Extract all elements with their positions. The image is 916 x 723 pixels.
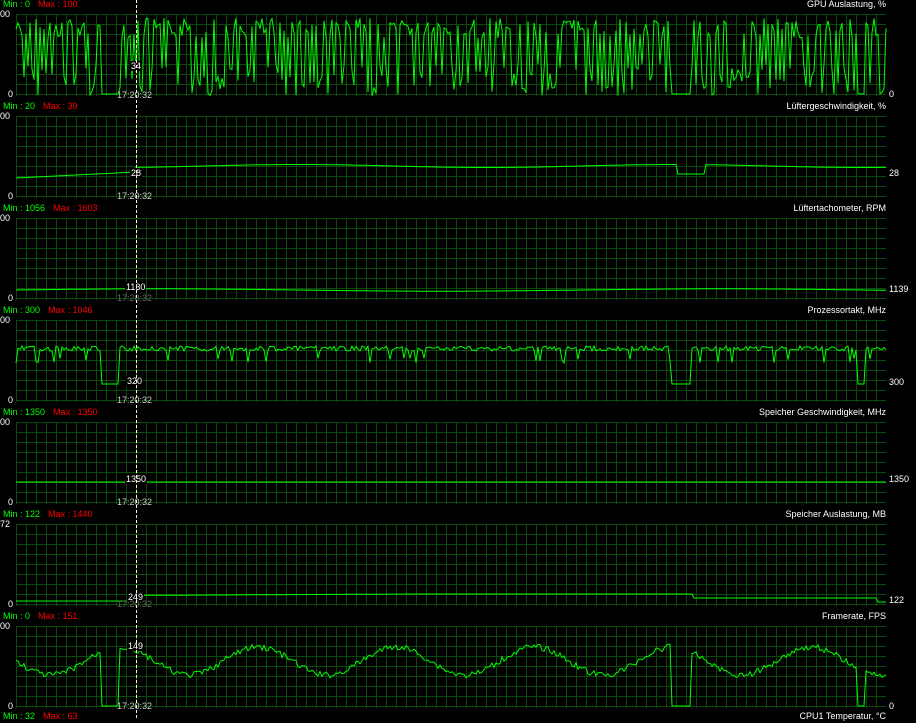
y-max-label: 000 (0, 417, 11, 427)
min-label: Min : 300 (3, 305, 41, 315)
graph-area[interactable] (16, 422, 886, 504)
max-label: Max : 1046 (48, 305, 93, 315)
panel-gpu-usage: Min : 0 Max : 100 GPU Auslastung, % 100 0… (0, 0, 916, 102)
series-line (15, 164, 886, 179)
graph-title: Lüftergeschwindigkeit, % (786, 101, 886, 111)
panel-memory-clock: Min : 1350 Max : 1350 Speicher Geschwindi… (0, 407, 916, 510)
y-min-label: 0 (8, 395, 14, 405)
y-max-label: 072 (0, 519, 11, 529)
min-label: Min : 0 (3, 0, 31, 9)
graph-title: CPU1 Temperatur, °C (799, 711, 886, 721)
cursor-time: 17:20:32 (117, 497, 153, 507)
graph-title: Lüftertachometer, RPM (793, 203, 886, 213)
panel-core-clock: Min : 300 Max : 1046 Prozessortakt, MHz 5… (0, 305, 916, 408)
y-max-label: 000 (0, 213, 11, 223)
graph-area[interactable] (15, 626, 887, 708)
max-label: Max : 1350 (53, 407, 98, 417)
panel-fan-tachometer: Min : 1056 Max : 1603 Lüftertachometer, R… (0, 203, 916, 306)
max-label: Max : 39 (43, 101, 78, 111)
max-label: Max : 100 (38, 0, 78, 9)
min-label: Min : 20 (3, 101, 36, 111)
current-value: 1139 (889, 284, 909, 294)
graph-title: Prozessortakt, MHz (807, 305, 886, 315)
y-max-label: 200 (0, 621, 11, 631)
min-label: Min : 32 (3, 711, 36, 721)
cursor-time: 17:20:32 (117, 701, 153, 711)
cursor-time: 17:20:32 (117, 191, 153, 201)
y-min-label: 0 (8, 191, 14, 201)
min-label: Min : 122 (3, 509, 41, 519)
graph-title: GPU Auslastung, % (806, 0, 886, 9)
current-value: 300 (889, 377, 905, 387)
max-label: Max : 1440 (48, 509, 93, 519)
series-line (15, 344, 887, 385)
panel-fan-speed: Min : 20 Max : 39 Lüftergeschwindigkeit, … (0, 101, 916, 204)
series-line (15, 16, 887, 97)
panel-framerate: Min : 0Max : 151 Framerate, FPS 200 0 14… (0, 611, 916, 712)
cursor-time: 17:20:32 (117, 599, 153, 609)
y-min-label: 0 (8, 293, 14, 303)
graph-area[interactable] (16, 524, 886, 606)
current-value: 0 (889, 89, 895, 99)
series-line (15, 643, 887, 707)
max-label: Max : 63 (43, 711, 78, 721)
graph-title: Speicher Geschwindigkeit, MHz (758, 407, 886, 417)
cursor-time: 17:20:32 (117, 293, 153, 303)
min-label: Min : 1350 (3, 407, 46, 417)
y-max-label: 500 (0, 315, 11, 325)
graph-area[interactable] (15, 14, 887, 97)
graph-title: Framerate, FPS (821, 611, 886, 621)
current-value: 122 (889, 595, 905, 605)
y-max-label: 100 (0, 9, 11, 19)
graph-area[interactable] (15, 320, 887, 402)
min-label: Min : 1056 (3, 203, 46, 213)
cursor-value: 320 (126, 376, 144, 386)
time-cursor-line[interactable] (136, 0, 137, 718)
max-label: Max : 1603 (53, 203, 98, 213)
current-value: 0 (889, 701, 895, 711)
series-line (16, 288, 886, 292)
y-max-label: 100 (0, 111, 11, 121)
panel-memory-usage: Min : 122 Max : 1440 Speicher Auslastung,… (0, 509, 916, 612)
y-min-label: 0 (8, 497, 14, 507)
y-min-label: 0 (8, 89, 14, 99)
cursor-time: 17:20:32 (117, 395, 153, 405)
current-value: 1350 (889, 474, 910, 484)
cursor-time: 17:20:32 (117, 90, 153, 100)
current-value: 28 (889, 168, 900, 178)
graph-title: Speicher Auslastung, MB (785, 509, 886, 519)
y-min-label: 0 (8, 701, 14, 711)
y-min-label: 0 (8, 599, 14, 609)
min-label: Min : 0 (3, 611, 31, 621)
graph-area[interactable] (16, 218, 886, 300)
panel-cpu-temperature: Min : 32 Max : 63 CPU1 Temperatur, °C (0, 711, 916, 723)
max-label: Max : 151 (38, 611, 78, 621)
graph-area[interactable] (15, 116, 886, 198)
